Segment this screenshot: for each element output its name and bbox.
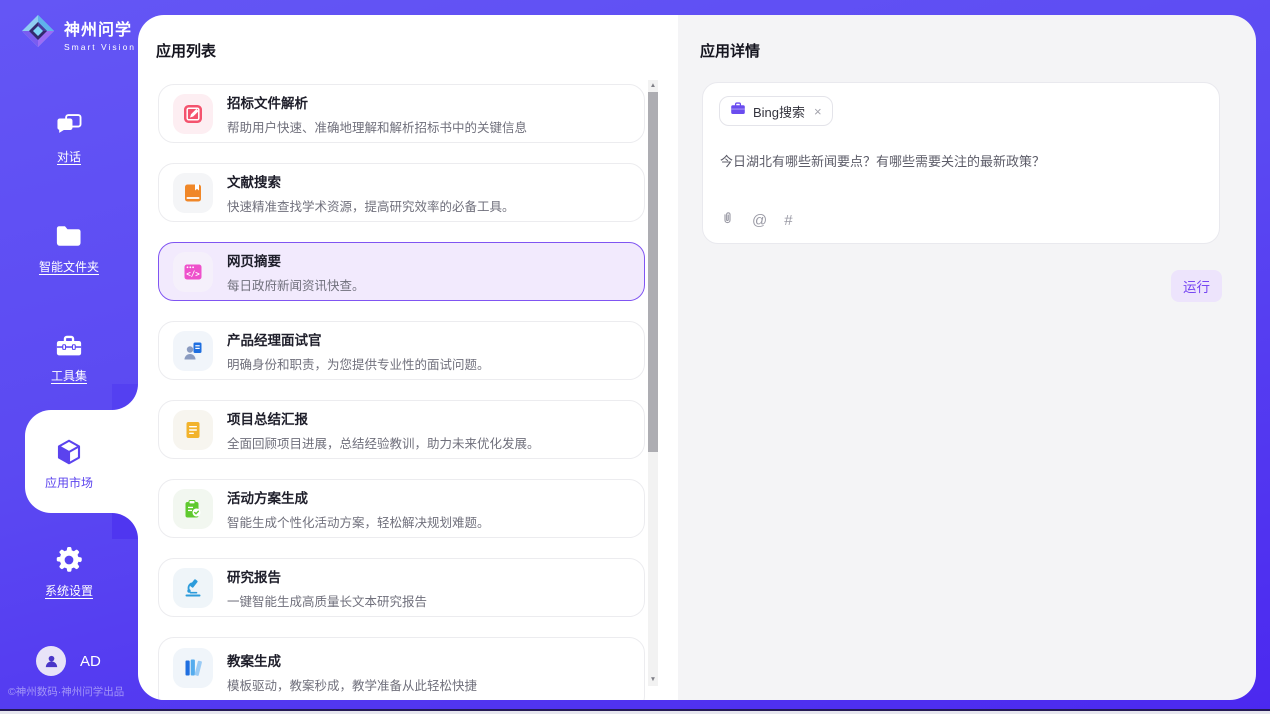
app-card-lesson-plan[interactable]: 教案生成 模板驱动，教案秒成，教学准备从此轻松快捷 xyxy=(158,637,645,700)
app-card-bid-document-analysis[interactable]: 招标文件解析 帮助用户快速、准确地理解和解析招标书中的关键信息 xyxy=(158,84,645,143)
avatar xyxy=(36,646,66,676)
bing-search-tag[interactable]: Bing搜索 × xyxy=(719,96,833,126)
sidebar-item-app-market[interactable]: 应用市场 xyxy=(0,436,138,491)
app-name: 网页摘要 xyxy=(227,250,365,270)
app-desc: 帮助用户快速、准确地理解和解析招标书中的关键信息 xyxy=(227,117,527,136)
sidebar-item-chat[interactable]: 对话 xyxy=(0,110,138,165)
app-name: 活动方案生成 xyxy=(227,487,490,507)
app-name: 产品经理面试官 xyxy=(227,329,490,349)
books-icon xyxy=(173,648,213,688)
app-name: 教案生成 xyxy=(227,650,477,670)
app-desc: 每日政府新闻资讯快查。 xyxy=(227,275,365,294)
paperclip-icon[interactable] xyxy=(720,210,735,231)
main-panel: 应用列表 招标文件解析 帮助用户快速、准确地理解和解析招标书中的关键信息 xyxy=(138,15,1256,700)
app-name: 研究报告 xyxy=(227,566,427,586)
sidebar-item-label: 对话 xyxy=(0,148,138,165)
svg-text:</>: </> xyxy=(186,269,200,278)
input-toolbar: @ # xyxy=(720,210,793,231)
sidebar-item-label: 智能文件夹 xyxy=(0,258,138,275)
brand-diamond-icon xyxy=(20,13,56,54)
app-name: 项目总结汇报 xyxy=(227,408,540,428)
run-button[interactable]: 运行 xyxy=(1171,270,1222,302)
sidebar-item-label: 系统设置 xyxy=(0,582,138,599)
interviewer-icon xyxy=(173,331,213,371)
app-input-card: Bing搜索 × 今日湖北有哪些新闻要点？有哪些需要关注的最新政策？ @ # xyxy=(702,82,1220,244)
book-icon xyxy=(173,173,213,213)
sidebar: 神州问学 Smart Vision 对话 智能文件夹 xyxy=(0,0,138,714)
app-desc: 一键智能生成高质量长文本研究报告 xyxy=(227,591,427,610)
brand-name: 神州问学 xyxy=(64,16,136,40)
at-icon[interactable]: @ xyxy=(752,212,767,229)
app-name: 招标文件解析 xyxy=(227,92,527,112)
sidebar-item-label: 工具集 xyxy=(0,367,138,384)
folder-icon xyxy=(0,220,138,252)
scrollbar-thumb[interactable] xyxy=(648,92,658,452)
cube-icon xyxy=(0,436,138,468)
tag-label: Bing搜索 xyxy=(753,102,805,121)
edit-document-icon xyxy=(173,94,213,134)
app-list-title: 应用列表 xyxy=(156,40,216,61)
gear-icon xyxy=(0,544,138,576)
scrollbar-up-arrow-icon[interactable]: ▲ xyxy=(648,80,658,92)
app-card-project-summary[interactable]: 项目总结汇报 全面回顾项目进展，总结经验教训，助力未来优化发展。 xyxy=(158,400,645,459)
app-desc: 明确身份和职责，为您提供专业性的面试问题。 xyxy=(227,354,490,373)
query-input[interactable]: 今日湖北有哪些新闻要点？有哪些需要关注的最新政策？ xyxy=(720,151,1203,170)
browser-code-icon: </> xyxy=(173,252,213,292)
app-detail-title: 应用详情 xyxy=(700,40,760,61)
toolbox-icon xyxy=(0,329,138,361)
user-account[interactable]: AD xyxy=(36,646,101,676)
app-card-research-report[interactable]: 研究报告 一键智能生成高质量长文本研究报告 xyxy=(158,558,645,617)
app-card-event-plan[interactable]: 活动方案生成 智能生成个性化活动方案，轻松解决规划难题。 xyxy=(158,479,645,538)
tag-close-icon[interactable]: × xyxy=(814,104,822,119)
app-logo: 神州问学 Smart Vision xyxy=(20,13,136,54)
hash-icon[interactable]: # xyxy=(784,212,792,229)
summary-document-icon xyxy=(173,410,213,450)
user-initials: AD xyxy=(80,653,101,670)
chat-icon xyxy=(0,110,138,142)
briefcase-icon xyxy=(730,101,746,121)
app-name: 文献搜索 xyxy=(227,171,515,191)
sidebar-item-label: 应用市场 xyxy=(0,474,138,491)
copyright-footer: ©神州数码·神州问学出品 xyxy=(8,684,124,699)
app-list-scrollbar[interactable]: ▲ ▼ xyxy=(648,80,658,686)
app-detail-pane: 应用详情 Bing搜索 × 今日湖北有哪些新闻要点？有哪些需要关注的最新政策？ xyxy=(678,15,1256,700)
app-card-pm-interviewer[interactable]: 产品经理面试官 明确身份和职责，为您提供专业性的面试问题。 xyxy=(158,321,645,380)
app-desc: 智能生成个性化活动方案，轻松解决规划难题。 xyxy=(227,512,490,531)
app-card-web-summary[interactable]: </> 网页摘要 每日政府新闻资讯快查。 xyxy=(158,242,645,301)
app-card-literature-search[interactable]: 文献搜索 快速精准查找学术资源，提高研究效率的必备工具。 xyxy=(158,163,645,222)
app-desc: 模板驱动，教案秒成，教学准备从此轻松快捷 xyxy=(227,675,477,694)
app-desc: 快速精准查找学术资源，提高研究效率的必备工具。 xyxy=(227,196,515,215)
sidebar-item-smart-folder[interactable]: 智能文件夹 xyxy=(0,220,138,275)
sidebar-item-toolset[interactable]: 工具集 xyxy=(0,329,138,384)
app-list-pane: 应用列表 招标文件解析 帮助用户快速、准确地理解和解析招标书中的关键信息 xyxy=(138,15,678,700)
sidebar-item-settings[interactable]: 系统设置 xyxy=(0,544,138,599)
microscope-icon xyxy=(173,568,213,608)
scrollbar-down-arrow-icon[interactable]: ▼ xyxy=(648,674,658,686)
clipboard-check-icon xyxy=(173,489,213,529)
app-desc: 全面回顾项目进展，总结经验教训，助力未来优化发展。 xyxy=(227,433,540,452)
brand-subtitle: Smart Vision xyxy=(64,42,136,52)
